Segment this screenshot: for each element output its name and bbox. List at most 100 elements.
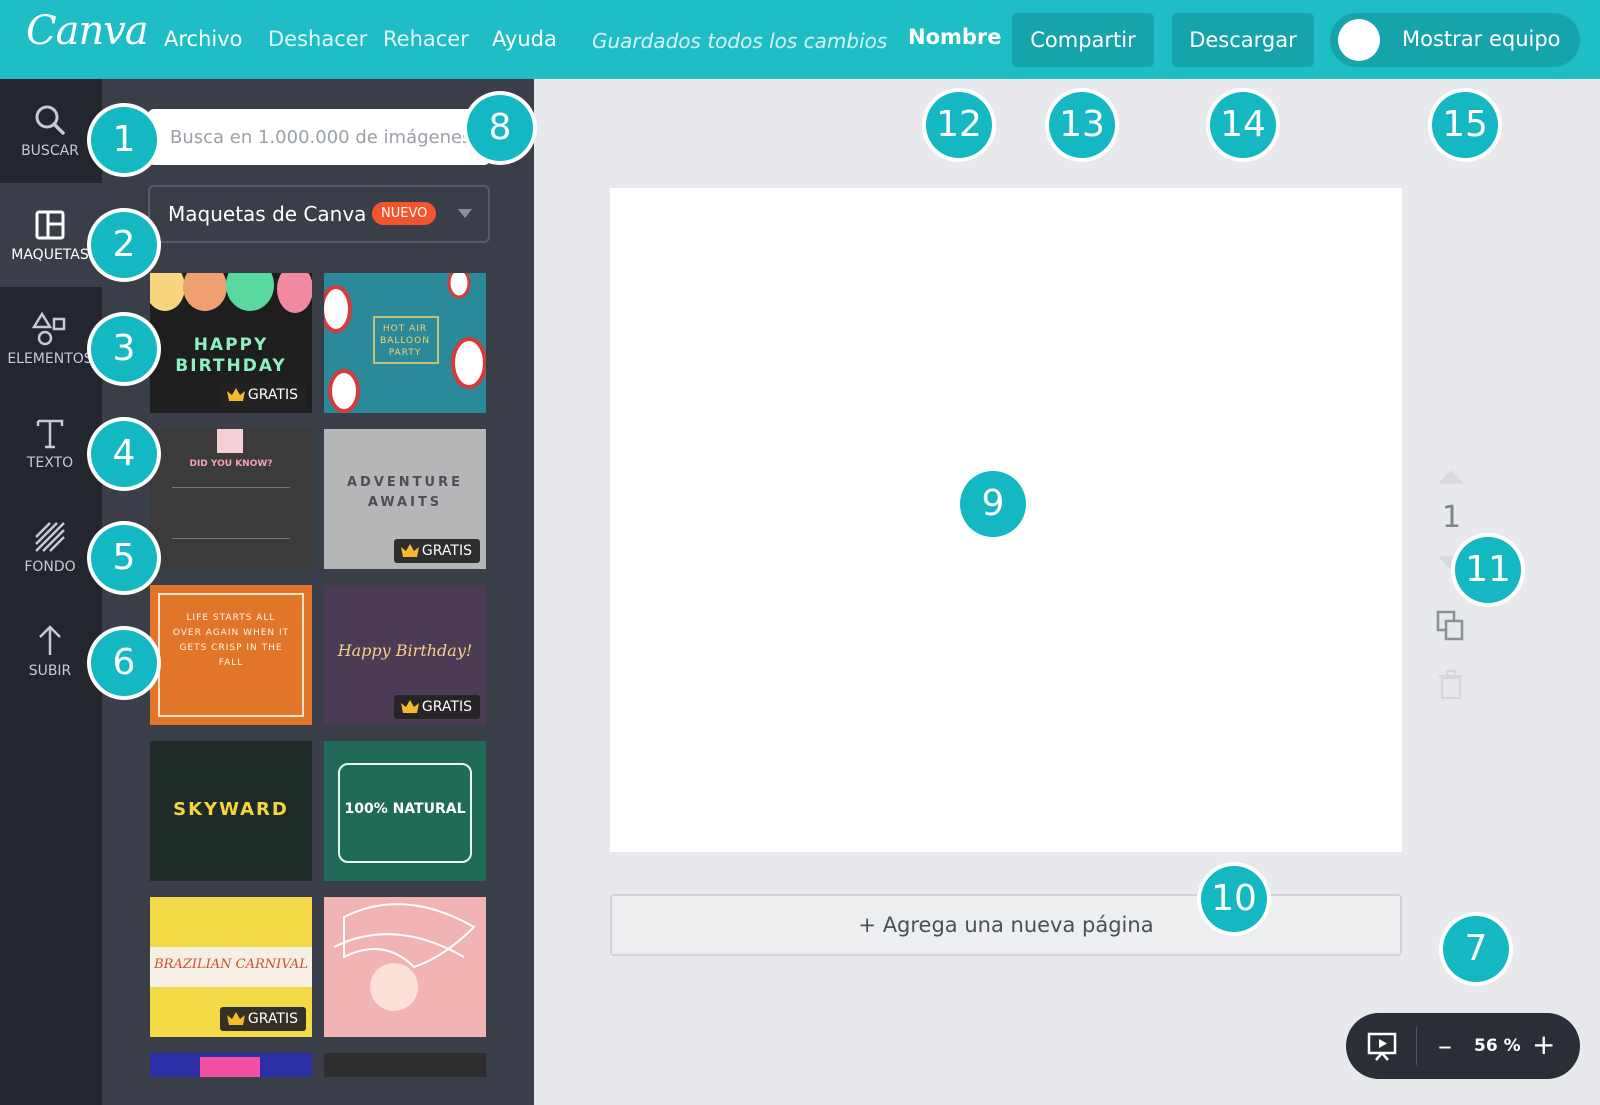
sidebar-item-texto[interactable]: TEXTO bbox=[0, 391, 102, 495]
callout-marker: 7 bbox=[1443, 916, 1509, 982]
sidebar: BUSCAR MAQUETAS ELEMENTOS TEXTO FONDO SU… bbox=[0, 79, 102, 1105]
zoom-in-button[interactable]: + bbox=[1532, 1028, 1555, 1061]
template-text: HAPPY BIRTHDAY bbox=[175, 335, 287, 376]
sidebar-item-subir[interactable]: SUBIR bbox=[0, 599, 102, 703]
template-thumb[interactable] bbox=[324, 1053, 486, 1077]
template-thumb[interactable]: 100% NATURAL bbox=[324, 741, 486, 881]
template-text: ADVENTURE AWAITS bbox=[347, 475, 463, 510]
template-text: BRAZILIAN CARNIVAL bbox=[154, 957, 308, 972]
menu-archivo[interactable]: Archivo bbox=[164, 27, 243, 51]
text-icon bbox=[36, 419, 64, 449]
design-name[interactable]: Nombre bbox=[908, 25, 1002, 49]
template-thumb[interactable]: SKYWARD bbox=[150, 741, 312, 881]
menu-deshacer[interactable]: Deshacer bbox=[268, 27, 367, 51]
callout-marker: 2 bbox=[91, 212, 157, 278]
crown-icon bbox=[226, 1012, 245, 1025]
template-thumb[interactable]: HOT AIR BALLOON PARTY bbox=[324, 273, 486, 413]
download-button[interactable]: Descargar bbox=[1172, 13, 1314, 67]
free-badge: GRATIS bbox=[219, 1007, 306, 1031]
canva-logo[interactable]: Canva bbox=[26, 8, 149, 54]
sidebar-item-buscar[interactable]: BUSCAR bbox=[0, 79, 102, 183]
template-text: SKYWARD bbox=[173, 799, 289, 820]
page-number: 1 bbox=[1442, 500, 1462, 535]
layouts-icon bbox=[35, 210, 65, 240]
template-thumb[interactable] bbox=[324, 897, 486, 1037]
upload-icon bbox=[39, 625, 61, 655]
callout-marker: 4 bbox=[91, 421, 157, 487]
callout-marker: 13 bbox=[1049, 92, 1115, 158]
callout-marker: 15 bbox=[1432, 92, 1498, 158]
menu-ayuda[interactable]: Ayuda bbox=[492, 27, 557, 51]
templates-panel: Maquetas de Canva NUEVO HAPPY BIRTHDAY G… bbox=[102, 79, 534, 1105]
move-page-up-icon[interactable] bbox=[1438, 470, 1464, 484]
free-badge-label: GRATIS bbox=[421, 699, 472, 715]
template-thumb[interactable]: BRAZILIAN CARNIVAL GRATIS bbox=[150, 897, 312, 1037]
sidebar-item-elementos[interactable]: ELEMENTOS bbox=[0, 287, 102, 391]
crown-icon bbox=[400, 544, 419, 557]
sidebar-item-label: SUBIR bbox=[28, 663, 72, 679]
sidebar-item-fondo[interactable]: FONDO bbox=[0, 495, 102, 599]
dropdown-label: Maquetas de Canva bbox=[168, 202, 367, 226]
text-lines bbox=[172, 487, 290, 539]
template-text: DID YOU KNOW? bbox=[189, 459, 273, 469]
delete-page-icon[interactable] bbox=[1438, 670, 1464, 700]
background-icon bbox=[35, 522, 65, 552]
hair-illustration bbox=[333, 903, 476, 1011]
template-thumb[interactable]: HAPPY BIRTHDAY GRATIS bbox=[150, 273, 312, 413]
free-badge: GRATIS bbox=[393, 695, 480, 719]
templates-dropdown[interactable]: Maquetas de Canva NUEVO bbox=[148, 185, 490, 243]
shapes-icon bbox=[31, 311, 66, 346]
zoom-divider bbox=[1416, 1027, 1417, 1065]
callout-marker: 9 bbox=[960, 471, 1026, 537]
top-bar: Canva Archivo Deshacer Rehacer Ayuda Gua… bbox=[0, 0, 1600, 79]
callout-marker: 3 bbox=[91, 316, 157, 382]
new-badge: NUEVO bbox=[372, 202, 437, 225]
callout-marker: 1 bbox=[91, 107, 157, 173]
show-team-label: Mostrar equipo bbox=[1402, 27, 1561, 51]
share-button[interactable]: Compartir bbox=[1012, 13, 1154, 67]
toggle-knob[interactable] bbox=[1338, 19, 1380, 61]
sidebar-item-label: ELEMENTOS bbox=[7, 351, 93, 367]
template-thumb[interactable]: ADVENTURE AWAITS GRATIS bbox=[324, 429, 486, 569]
template-band bbox=[200, 1057, 260, 1077]
balloons-art bbox=[150, 273, 312, 313]
zoom-control: – 56 % + bbox=[1346, 1013, 1580, 1079]
free-badge: GRATIS bbox=[393, 539, 480, 563]
callout-marker: 14 bbox=[1210, 92, 1276, 158]
template-thumb[interactable]: DID YOU KNOW? bbox=[150, 429, 312, 569]
free-badge-label: GRATIS bbox=[421, 543, 472, 559]
template-thumb[interactable]: Happy Birthday! GRATIS bbox=[324, 585, 486, 725]
free-badge: GRATIS bbox=[219, 383, 306, 407]
add-page-button[interactable]: + Agrega una nueva página bbox=[610, 894, 1402, 956]
callout-marker: 12 bbox=[926, 92, 992, 158]
duplicate-page-icon[interactable] bbox=[1436, 610, 1466, 642]
template-thumb[interactable]: LIFE STARTS ALL OVER AGAIN WHEN IT GETS … bbox=[150, 585, 312, 725]
sidebar-item-label: FONDO bbox=[24, 559, 76, 575]
chevron-down-icon bbox=[458, 209, 472, 218]
template-text: HOT AIR BALLOON PARTY bbox=[380, 324, 430, 358]
sidebar-item-label: MAQUETAS bbox=[11, 247, 89, 263]
crown-icon bbox=[400, 700, 419, 713]
template-text: LIFE STARTS ALL OVER AGAIN WHEN IT GETS … bbox=[172, 613, 290, 668]
search-icon bbox=[35, 105, 65, 135]
zoom-level: 56 % bbox=[1474, 1036, 1521, 1056]
template-text: Happy Birthday! bbox=[337, 641, 473, 660]
template-thumb[interactable] bbox=[150, 1053, 312, 1077]
show-team-toggle[interactable]: Mostrar equipo bbox=[1330, 13, 1580, 67]
zoom-out-button[interactable]: – bbox=[1438, 1029, 1452, 1062]
free-badge-label: GRATIS bbox=[247, 387, 298, 403]
search-input[interactable] bbox=[148, 109, 490, 165]
template-text: 100% NATURAL bbox=[344, 801, 466, 817]
save-status: Guardados todos los cambios bbox=[592, 29, 888, 53]
callout-marker: 5 bbox=[91, 525, 157, 591]
callout-marker: 8 bbox=[467, 95, 533, 161]
callout-marker: 10 bbox=[1201, 866, 1267, 932]
free-badge-label: GRATIS bbox=[247, 1011, 298, 1027]
sidebar-item-label: TEXTO bbox=[26, 455, 74, 471]
menu-rehacer[interactable]: Rehacer bbox=[383, 27, 469, 51]
pink-block bbox=[217, 429, 243, 453]
sidebar-item-maquetas[interactable]: MAQUETAS bbox=[0, 183, 102, 287]
callout-marker: 6 bbox=[91, 630, 157, 696]
present-icon[interactable] bbox=[1366, 1030, 1398, 1062]
sidebar-item-label: BUSCAR bbox=[21, 143, 79, 159]
